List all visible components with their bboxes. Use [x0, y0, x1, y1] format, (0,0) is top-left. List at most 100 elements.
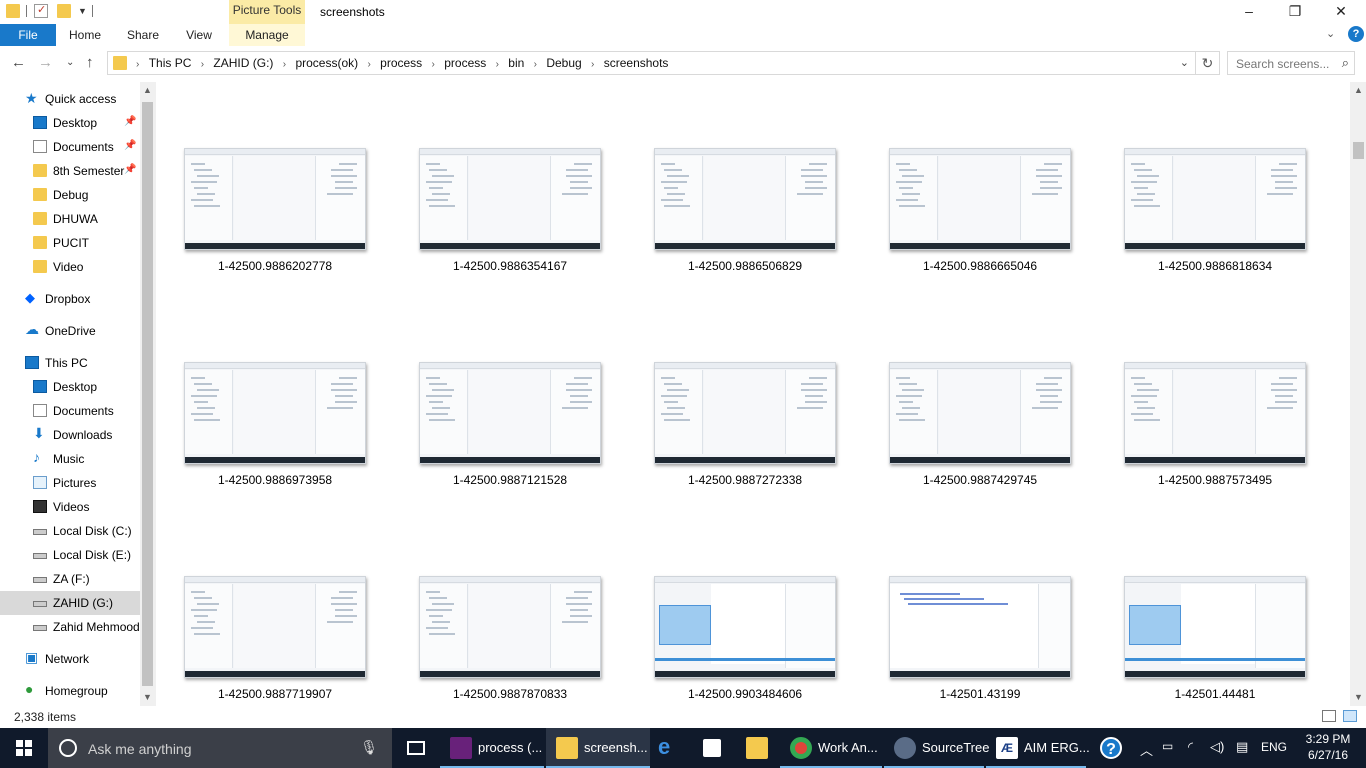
pin-icon[interactable]: 📌: [124, 116, 136, 127]
file-thumbnail[interactable]: [1124, 362, 1306, 464]
crumb-process-2[interactable]: process: [444, 56, 486, 70]
file-thumbnail[interactable]: [1124, 576, 1306, 678]
file-item[interactable]: 1-42500.9887121528: [392, 296, 612, 487]
file-thumbnail[interactable]: [654, 576, 836, 678]
file-item[interactable]: 1-42500.9887272338: [627, 296, 847, 487]
file-item[interactable]: 1-42500.9887719907: [157, 510, 377, 701]
pin-icon[interactable]: 📌: [124, 140, 136, 151]
nav-scrollbar[interactable]: ▲ ▼: [140, 82, 156, 706]
forward-arrow-icon[interactable]: →: [38, 54, 53, 71]
address-bar[interactable]: › This PC › ZAHID (G:) › process(ok) › p…: [107, 51, 1196, 75]
file-thumbnail[interactable]: [184, 576, 366, 678]
crumb-process[interactable]: process: [380, 56, 422, 70]
crumb-screenshots[interactable]: screenshots: [604, 56, 669, 70]
sidebar-item[interactable]: Desktop: [0, 375, 140, 399]
folder-icon[interactable]: [6, 4, 20, 18]
tab-manage[interactable]: Manage: [229, 24, 305, 46]
sidebar-item[interactable]: ▣ Network: [0, 647, 140, 671]
sidebar-item[interactable]: ★ Quick access: [0, 87, 140, 111]
sidebar-item[interactable]: Zahid Mehmood: [0, 615, 140, 639]
cortana-search[interactable]: Ask me anything 🎙: [48, 728, 392, 768]
file-thumbnail[interactable]: [419, 576, 601, 678]
sidebar-item[interactable]: ZA (F:): [0, 567, 140, 591]
file-item[interactable]: 1-42500.9886202778: [157, 82, 377, 273]
microphone-icon[interactable]: 🎙: [360, 739, 378, 756]
sidebar-item[interactable]: This PC: [0, 351, 140, 375]
wifi-icon[interactable]: ◜: [1188, 739, 1193, 768]
expand-ribbon-icon[interactable]: ⌄: [1326, 27, 1335, 40]
tab-share[interactable]: Share: [120, 24, 166, 46]
network-icon[interactable]: ▭: [1162, 739, 1173, 768]
start-button[interactable]: [0, 728, 48, 768]
file-thumbnail[interactable]: [654, 148, 836, 250]
taskbar-app-store[interactable]: [692, 728, 732, 768]
sidebar-item[interactable]: Debug: [0, 183, 140, 207]
sidebar-item[interactable]: Documents 📌: [0, 135, 140, 159]
file-item[interactable]: 1-42500.9887429745: [862, 296, 1082, 487]
sidebar-item[interactable]: ◆ Dropbox: [0, 287, 140, 311]
file-thumbnail[interactable]: [889, 576, 1071, 678]
crumb-drive[interactable]: ZAHID (G:): [213, 56, 273, 70]
maximize-button[interactable]: ❐: [1272, 0, 1318, 24]
scroll-up-icon[interactable]: ▲: [1354, 85, 1363, 95]
file-item[interactable]: 1-42500.9886354167: [392, 82, 612, 273]
file-item[interactable]: 1-42500.9886506829: [627, 82, 847, 273]
file-item[interactable]: 1-42501.44481: [1097, 510, 1317, 701]
sidebar-item[interactable]: ZAHID (G:): [0, 591, 140, 615]
file-thumbnail[interactable]: [184, 148, 366, 250]
sidebar-item[interactable]: Pictures: [0, 471, 140, 495]
sidebar-item[interactable]: Videos: [0, 495, 140, 519]
file-item[interactable]: 1-42500.9886665046: [862, 82, 1082, 273]
file-thumbnail[interactable]: [419, 148, 601, 250]
content-scrollbar[interactable]: ▲ ▼: [1350, 82, 1366, 706]
taskbar-app-aim[interactable]: Æ AIM ERG...: [986, 728, 1090, 768]
new-folder-icon[interactable]: [57, 4, 71, 18]
close-button[interactable]: ✕: [1318, 0, 1364, 24]
scroll-down-icon[interactable]: ▼: [1354, 692, 1363, 702]
chevron-down-icon[interactable]: ⌄: [1180, 56, 1189, 69]
sidebar-item[interactable]: PUCIT: [0, 231, 140, 255]
sidebar-item[interactable]: Documents: [0, 399, 140, 423]
details-view-icon[interactable]: [1322, 710, 1336, 722]
file-thumbnail[interactable]: [419, 362, 601, 464]
properties-icon[interactable]: [34, 3, 48, 18]
sidebar-item[interactable]: ☁ OneDrive: [0, 319, 140, 343]
taskbar-app-help[interactable]: ?: [1090, 728, 1132, 768]
file-item[interactable]: 1-42500.9886973958: [157, 296, 377, 487]
taskbar-app-folder[interactable]: [736, 728, 778, 768]
file-item[interactable]: 1-42501.43199: [862, 510, 1082, 701]
notifications-icon[interactable]: ▤: [1236, 739, 1248, 768]
sidebar-item[interactable]: Local Disk (C:): [0, 519, 140, 543]
volume-icon[interactable]: ◁): [1210, 739, 1224, 768]
taskbar-app-file-explorer[interactable]: screensh...: [546, 728, 650, 768]
search-box[interactable]: Search screens... ⌕: [1227, 51, 1355, 75]
scroll-up-icon[interactable]: ▲: [143, 85, 152, 95]
taskbar-app-sourcetree[interactable]: SourceTree: [884, 728, 989, 768]
sidebar-item[interactable]: Desktop 📌: [0, 111, 140, 135]
sidebar-item[interactable]: DHUWA: [0, 207, 140, 231]
taskbar-app-edge[interactable]: e: [652, 728, 688, 768]
cortana-search-input[interactable]: Ask me anything: [88, 741, 192, 757]
sidebar-item[interactable]: ⬇ Downloads: [0, 423, 140, 447]
scrollbar-thumb[interactable]: [142, 102, 153, 686]
minimize-button[interactable]: –: [1226, 0, 1272, 24]
file-thumbnail[interactable]: [184, 362, 366, 464]
tab-home[interactable]: Home: [62, 24, 108, 46]
file-thumbnail[interactable]: [889, 362, 1071, 464]
crumb-process-ok[interactable]: process(ok): [295, 56, 358, 70]
task-view-button[interactable]: [394, 728, 438, 768]
help-icon[interactable]: ?: [1348, 26, 1364, 42]
back-arrow-icon[interactable]: ←: [11, 54, 26, 71]
up-arrow-icon[interactable]: ↑: [86, 54, 94, 71]
crumb-bin[interactable]: bin: [508, 56, 524, 70]
search-input[interactable]: Search screens...: [1236, 57, 1329, 71]
scrollbar-thumb[interactable]: [1353, 142, 1364, 159]
sidebar-item[interactable]: 8th Semester 📌: [0, 159, 140, 183]
file-thumbnail[interactable]: [1124, 148, 1306, 250]
clock[interactable]: 3:29 PM 6/27/16: [1296, 731, 1360, 763]
customize-toolbar-icon[interactable]: ▼: [78, 6, 87, 16]
language-indicator[interactable]: ENG: [1261, 740, 1287, 768]
file-item[interactable]: 1-42500.9887573495: [1097, 296, 1317, 487]
file-thumbnail[interactable]: [889, 148, 1071, 250]
sidebar-item[interactable]: ♪ Music: [0, 447, 140, 471]
